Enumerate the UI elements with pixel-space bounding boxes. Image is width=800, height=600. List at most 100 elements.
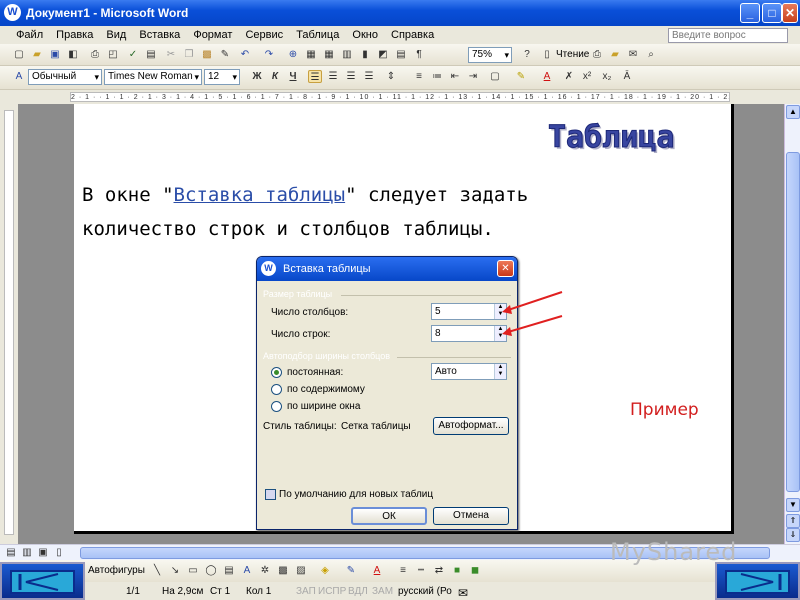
bold-button[interactable]: Ж xyxy=(250,70,264,83)
status-language[interactable]: русский (Ро xyxy=(398,586,452,597)
radio-autofit-content[interactable] xyxy=(271,384,282,395)
find-icon[interactable]: ⌕ xyxy=(644,48,658,61)
research-icon[interactable]: ▤ xyxy=(144,48,158,61)
style-select[interactable]: Обычный xyxy=(28,69,102,85)
radio-autofit-content-label[interactable]: по содержимому xyxy=(287,384,365,395)
align-center-icon[interactable]: ☰ xyxy=(326,70,340,83)
line-tool-icon[interactable]: ╲ xyxy=(150,564,164,577)
vertical-ruler[interactable] xyxy=(0,104,18,544)
open-folder-icon[interactable]: ▰ xyxy=(30,48,44,61)
fixed-width-value[interactable]: Авто xyxy=(435,366,457,377)
spelling-status-icon[interactable]: ✉ xyxy=(458,586,468,600)
drawing-icon[interactable]: ◩ xyxy=(376,48,390,61)
wordart-icon[interactable]: A xyxy=(240,564,254,577)
radio-autofit-window[interactable] xyxy=(271,401,282,412)
highlight-icon[interactable]: ✎ xyxy=(514,70,528,83)
horizontal-ruler[interactable]: 2 · 1 · · 1 · 1 · 2 · 1 · 3 · 1 · 4 · 1 … xyxy=(0,90,800,104)
previous-page-icon[interactable]: ⇑ xyxy=(786,514,800,528)
line-color-icon[interactable]: ✎ xyxy=(344,564,358,577)
arrow-tool-icon[interactable]: ↘ xyxy=(168,564,182,577)
status-overtype[interactable]: ЗАМ xyxy=(372,586,393,597)
paste-icon[interactable]: ▩ xyxy=(200,48,214,61)
new-document-icon[interactable]: ▢ xyxy=(12,48,26,61)
cancel-button[interactable]: Отмена xyxy=(433,507,509,525)
document-map-icon[interactable]: ▤ xyxy=(394,48,408,61)
radio-autofit-window-label[interactable]: по ширине окна xyxy=(287,401,360,412)
font-color-icon[interactable]: A xyxy=(540,70,554,83)
borders-icon[interactable]: ▢ xyxy=(488,70,502,83)
autoshapes-menu[interactable]: Автофигуры xyxy=(88,565,145,576)
3d-icon[interactable]: ◼ xyxy=(468,564,482,577)
open-small-icon[interactable]: ▰ xyxy=(608,48,622,61)
underline-button[interactable]: Ч xyxy=(286,70,300,83)
numbering-icon[interactable]: ≡ xyxy=(412,70,426,83)
print-small-icon[interactable]: ⎙ xyxy=(590,48,604,61)
spelling-icon[interactable]: ✓ xyxy=(126,48,140,61)
next-page-icon[interactable]: ⇓ xyxy=(786,528,800,542)
menu-edit[interactable]: Правка xyxy=(51,26,98,44)
columns-value[interactable]: 5 xyxy=(435,306,441,317)
insert-table-icon[interactable]: ▦ xyxy=(322,48,336,61)
cut-icon[interactable]: ✂ xyxy=(164,48,178,61)
arrow-style-icon[interactable]: ⇄ xyxy=(432,564,446,577)
default-checkbox-label[interactable]: По умолчанию для новых таблиц xyxy=(279,489,433,500)
shadow-icon[interactable]: ■ xyxy=(450,564,464,577)
next-slide-button[interactable] xyxy=(715,562,800,600)
reading-view-icon[interactable]: ▯ xyxy=(52,546,66,559)
email-icon[interactable]: ✉ xyxy=(626,48,640,61)
menu-tools[interactable]: Сервис xyxy=(240,26,288,44)
status-extend[interactable]: ВДЛ xyxy=(348,586,368,597)
radio-fixed[interactable] xyxy=(271,367,282,378)
menu-help[interactable]: Справка xyxy=(386,26,439,44)
scroll-up-icon[interactable]: ▲ xyxy=(786,105,800,119)
normal-view-icon[interactable]: ▤ xyxy=(4,546,18,559)
clipart-icon[interactable]: ▩ xyxy=(276,564,290,577)
maximize-button[interactable]: □ xyxy=(762,3,782,23)
justify-icon[interactable]: ☰ xyxy=(362,70,376,83)
close-window-button[interactable]: ✕ xyxy=(782,3,798,23)
fixed-width-spinner[interactable]: Авто ▲ ▼ xyxy=(431,363,507,380)
minimize-button[interactable]: _ xyxy=(740,3,760,23)
redo-icon[interactable]: ↷ xyxy=(262,48,276,61)
picture-icon[interactable]: ▨ xyxy=(294,564,308,577)
web-view-icon[interactable]: ▥ xyxy=(20,546,34,559)
zoom-select[interactable]: 75% xyxy=(468,47,512,63)
font-size-select[interactable]: 12 xyxy=(204,69,240,85)
dialog-close-button[interactable]: ✕ xyxy=(497,260,514,277)
previous-slide-button[interactable] xyxy=(0,562,85,600)
fill-color-icon[interactable]: ◈ xyxy=(318,564,332,577)
oval-tool-icon[interactable]: ◯ xyxy=(204,564,218,577)
menu-view[interactable]: Вид xyxy=(101,26,131,44)
autoformat-button[interactable]: Автоформат... xyxy=(433,417,509,435)
fixed-width-spin-arrows-icon[interactable]: ▲ ▼ xyxy=(494,364,506,379)
save-icon[interactable]: ▣ xyxy=(48,48,62,61)
read-mode-icon[interactable]: ▯ xyxy=(540,48,554,61)
print-preview-icon[interactable]: ◰ xyxy=(106,48,120,61)
subscript-icon[interactable]: x₂ xyxy=(600,70,614,83)
character-scale-icon[interactable]: ✗ xyxy=(562,70,576,83)
tables-borders-icon[interactable]: ▦ xyxy=(304,48,318,61)
line-spacing-icon[interactable]: ⇕ xyxy=(384,70,398,83)
format-painter-icon[interactable]: ✎ xyxy=(218,48,232,61)
ok-button[interactable]: ОК xyxy=(351,507,427,525)
show-hide-icon[interactable]: ¶ xyxy=(412,48,426,61)
rectangle-tool-icon[interactable]: ▭ xyxy=(186,564,200,577)
styles-pane-icon[interactable]: A xyxy=(12,70,26,83)
dialog-title-bar[interactable]: W Вставка таблицы ✕ xyxy=(257,257,517,281)
menu-file[interactable]: Файл xyxy=(11,26,48,44)
text-color-icon[interactable]: A xyxy=(370,564,384,577)
dash-style-icon[interactable]: ┅ xyxy=(414,564,428,577)
word-app-icon[interactable]: W xyxy=(4,4,21,21)
read-mode-label[interactable]: Чтение xyxy=(556,49,589,60)
menu-window[interactable]: Окно xyxy=(347,26,383,44)
columns-icon[interactable]: ▮ xyxy=(358,48,372,61)
rows-value[interactable]: 8 xyxy=(435,328,441,339)
italic-button[interactable]: К xyxy=(268,70,282,83)
vertical-scrollbar[interactable]: ▲ ▼ ⇑ ⇓ xyxy=(784,104,800,544)
radio-fixed-label[interactable]: постоянная: xyxy=(287,367,343,378)
insert-excel-icon[interactable]: ▥ xyxy=(340,48,354,61)
increase-indent-icon[interactable]: ⇥ xyxy=(466,70,480,83)
menu-format[interactable]: Формат xyxy=(188,26,237,44)
line-style-icon[interactable]: ≡ xyxy=(396,564,410,577)
superscript-icon[interactable]: x² xyxy=(580,70,594,83)
